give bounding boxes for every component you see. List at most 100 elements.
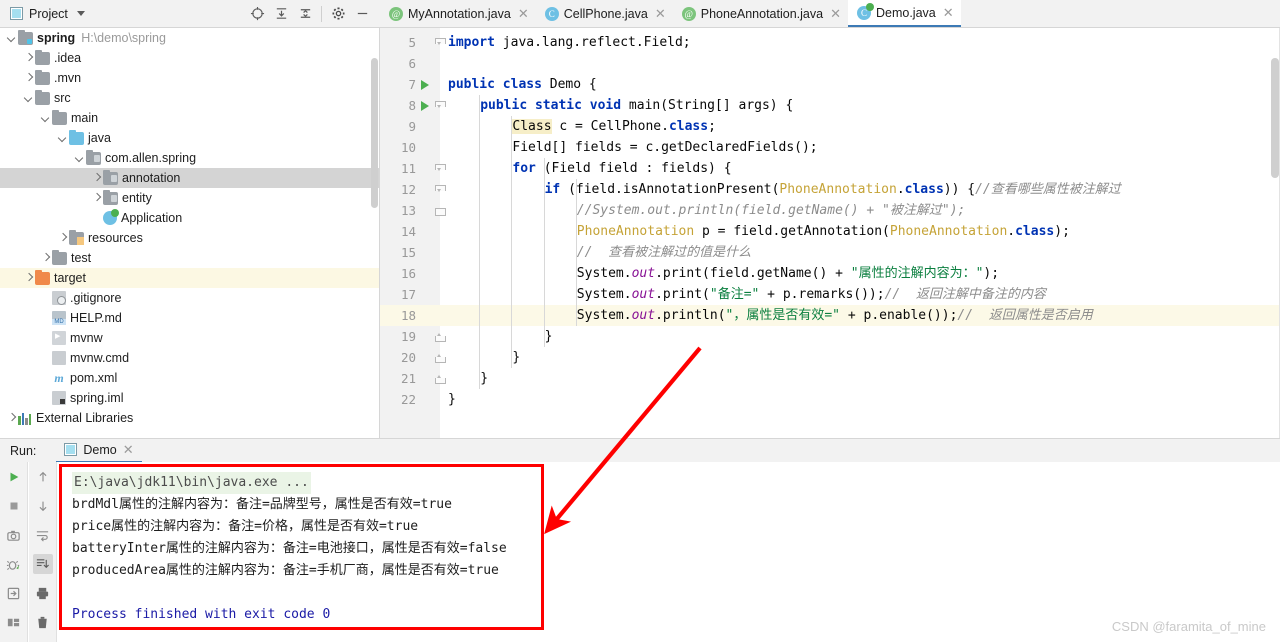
tree-item-resources[interactable]: resources bbox=[0, 228, 379, 248]
chevron-right-icon[interactable] bbox=[91, 193, 102, 204]
iml-file-icon bbox=[52, 391, 66, 405]
layout-icon[interactable] bbox=[4, 612, 24, 632]
tree-item-com-allen-spring[interactable]: com.allen.spring bbox=[0, 148, 379, 168]
chevron-right-icon[interactable] bbox=[40, 253, 51, 264]
chevron-right-icon[interactable] bbox=[6, 413, 17, 424]
chevron-down-icon[interactable] bbox=[6, 33, 17, 44]
gear-icon[interactable] bbox=[326, 2, 350, 26]
tree-item-label: annotation bbox=[122, 171, 181, 185]
close-icon[interactable]: ✕ bbox=[518, 6, 529, 22]
trash-icon[interactable] bbox=[33, 612, 53, 632]
editor-tab-1[interactable]: C CellPhone.java ✕ bbox=[536, 0, 673, 27]
editor-tab-3[interactable]: C Demo.java ✕ bbox=[847, 0, 961, 27]
code-fold-marker[interactable] bbox=[435, 373, 446, 384]
stop-icon[interactable] bbox=[4, 496, 24, 516]
tree-item-spring[interactable]: spring H:\demo\spring bbox=[0, 28, 379, 48]
hide-panel-icon[interactable] bbox=[350, 2, 374, 26]
tree-item--gitignore[interactable]: .gitignore bbox=[0, 288, 379, 308]
tree-item-main[interactable]: main bbox=[0, 108, 379, 128]
camera-icon[interactable] bbox=[4, 525, 24, 545]
tree-item-spring-iml[interactable]: spring.iml bbox=[0, 388, 379, 408]
console-output[interactable]: E:\java\jdk11\bin\java.exe ... brdMdl属性的注… bbox=[60, 462, 1280, 642]
tree-item-annotation[interactable]: annotation bbox=[0, 168, 379, 188]
chevron-right-icon[interactable] bbox=[23, 273, 34, 284]
code-fold-marker[interactable] bbox=[435, 331, 446, 342]
collapse-all-icon[interactable] bbox=[293, 2, 317, 26]
run-tool-window-header: Run: Demo ✕ bbox=[0, 438, 1280, 463]
tree-item-pom-xml[interactable]: m pom.xml bbox=[0, 368, 379, 388]
code-editor[interactable]: 5 import java.lang.reflect.Field; 6 7 public… bbox=[380, 28, 1280, 438]
editor-scrollbar[interactable] bbox=[1271, 58, 1279, 178]
soft-wrap-icon[interactable] bbox=[33, 525, 53, 545]
chevron-down-icon[interactable] bbox=[23, 93, 34, 104]
scroll-to-end-icon[interactable] bbox=[32, 554, 53, 574]
tree-item-src[interactable]: src bbox=[0, 88, 379, 108]
run-gutter-icon[interactable] bbox=[421, 101, 429, 111]
locate-icon[interactable] bbox=[245, 2, 269, 26]
debug-icon[interactable] bbox=[4, 554, 24, 574]
console-line: brdMdl属性的注解内容为：备注=品牌型号，属性是否有效=true bbox=[72, 497, 452, 512]
tree-item-java[interactable]: java bbox=[0, 128, 379, 148]
code-fold-marker[interactable] bbox=[435, 163, 446, 174]
tree-item-entity[interactable]: entity bbox=[0, 188, 379, 208]
run-toolbar-left bbox=[0, 462, 28, 642]
code-line: System.out.println("，属性是否有效=" + p.enable… bbox=[576, 308, 1093, 323]
line-number: 11 bbox=[400, 161, 416, 176]
maven-file-icon: m bbox=[54, 371, 64, 385]
editor-tab-label: Demo.java bbox=[875, 5, 936, 20]
chevron-right-icon[interactable] bbox=[23, 73, 34, 84]
run-gutter-icon[interactable] bbox=[421, 80, 429, 90]
libraries-icon bbox=[18, 411, 32, 425]
editor-tab-0[interactable]: @ MyAnnotation.java ✕ bbox=[380, 0, 536, 27]
ide-window: Project @ MyAnnotation.java ✕ C CellPhon… bbox=[0, 0, 1280, 642]
export-icon[interactable] bbox=[4, 583, 24, 603]
chevron-right-icon[interactable] bbox=[57, 233, 68, 244]
project-tree[interactable]: spring H:\demo\spring .idea .mvn src main java… bbox=[0, 28, 380, 438]
close-icon[interactable]: ✕ bbox=[123, 442, 134, 458]
tree-item-mvnw[interactable]: mvnw bbox=[0, 328, 379, 348]
tree-item-label: mvnw bbox=[70, 331, 103, 345]
code-fold-marker[interactable] bbox=[435, 37, 446, 48]
tree-item-label: com.allen.spring bbox=[105, 151, 197, 165]
expand-all-icon[interactable] bbox=[269, 2, 293, 26]
chevron-right-icon[interactable] bbox=[91, 173, 102, 184]
tree-item--mvn[interactable]: .mvn bbox=[0, 68, 379, 88]
line-number: 14 bbox=[400, 224, 416, 239]
code-fold-marker[interactable] bbox=[435, 184, 446, 195]
line-number: 16 bbox=[400, 266, 416, 281]
run-toolbar-right bbox=[29, 462, 57, 642]
chevron-down-icon[interactable] bbox=[74, 153, 85, 164]
tree-item--idea[interactable]: .idea bbox=[0, 48, 379, 68]
code-fold-marker[interactable] bbox=[435, 100, 446, 111]
code-fold-marker[interactable] bbox=[435, 352, 446, 363]
close-icon[interactable]: ✕ bbox=[830, 6, 841, 22]
tree-item-help-md[interactable]: HELP.md bbox=[0, 308, 379, 328]
chevron-down-icon[interactable] bbox=[76, 11, 85, 16]
line-number: 8 bbox=[408, 98, 416, 113]
annotation-class-icon: @ bbox=[681, 6, 696, 21]
close-icon[interactable]: ✕ bbox=[943, 5, 954, 21]
code-line: //System.out.println(field.getName() + "… bbox=[576, 203, 966, 218]
scroll-down-icon[interactable] bbox=[33, 496, 53, 516]
print-icon[interactable] bbox=[33, 583, 53, 603]
package-icon bbox=[86, 149, 101, 165]
tree-item-external-libraries[interactable]: External Libraries bbox=[0, 408, 379, 428]
run-config-tab[interactable]: Demo ✕ bbox=[56, 439, 142, 463]
tree-item-application[interactable]: Application bbox=[0, 208, 379, 228]
chevron-down-icon[interactable] bbox=[40, 113, 51, 124]
project-panel-title-group[interactable]: Project bbox=[0, 7, 85, 21]
run-icon[interactable] bbox=[4, 467, 24, 487]
chevron-right-icon[interactable] bbox=[23, 53, 34, 64]
folder-icon bbox=[52, 249, 67, 265]
tree-item-test[interactable]: test bbox=[0, 248, 379, 268]
tree-item-mvnw-cmd[interactable]: mvnw.cmd bbox=[0, 348, 379, 368]
scroll-up-icon[interactable] bbox=[33, 467, 53, 487]
close-icon[interactable]: ✕ bbox=[655, 6, 666, 22]
project-tree-scrollbar[interactable] bbox=[371, 58, 378, 208]
editor-tab-2[interactable]: @ PhoneAnnotation.java ✕ bbox=[673, 0, 848, 27]
tree-item-target[interactable]: target bbox=[0, 268, 379, 288]
chevron-down-icon[interactable] bbox=[57, 133, 68, 144]
code-fold-marker[interactable] bbox=[435, 205, 446, 216]
